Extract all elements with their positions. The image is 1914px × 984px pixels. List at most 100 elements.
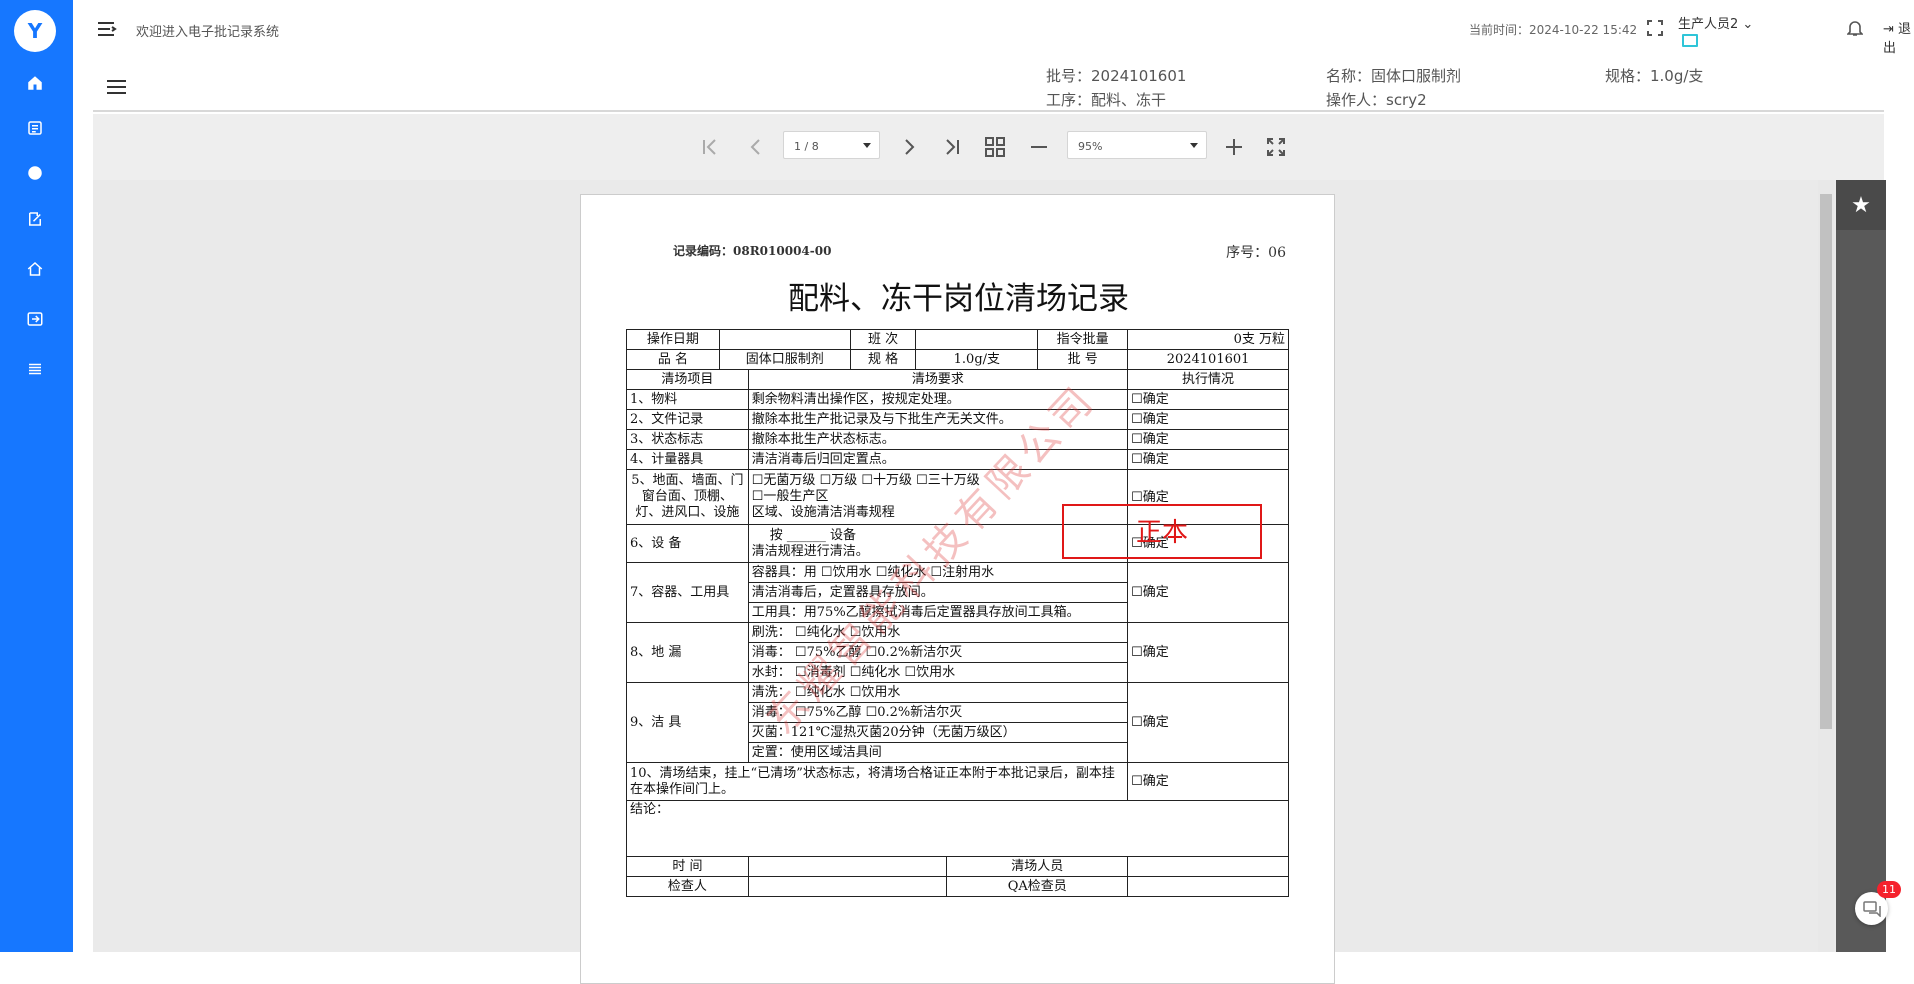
- original-stamp: 正本: [1062, 504, 1262, 559]
- stamp-text: 正本: [1136, 518, 1189, 548]
- table-row: 操作日期 班 次 指令批量 0支 万粒: [626, 329, 1289, 350]
- zoom-select[interactable]: 95%: [1067, 131, 1207, 159]
- confirm-checkbox[interactable]: ☐确定: [1127, 429, 1289, 450]
- zoom-in-icon[interactable]: [1220, 133, 1248, 161]
- home-icon[interactable]: [24, 72, 46, 94]
- house-icon[interactable]: [24, 258, 46, 280]
- label-op-date: 操作日期: [626, 329, 720, 350]
- fullscreen-icon[interactable]: [1645, 18, 1665, 38]
- top-bar: 欢迎进入电子批记录系统 当前时间：2024-10-22 15:42 生产人员2 …: [73, 0, 1914, 58]
- conclusion-row: 结论：: [626, 800, 1289, 857]
- conclusion-cell: 结论：: [626, 800, 1289, 857]
- item-cell: 6、设 备: [626, 524, 749, 563]
- item-cell: 1、物料: [626, 389, 749, 410]
- sidebar: Y: [0, 0, 73, 952]
- zoom-out-icon[interactable]: [1025, 133, 1053, 161]
- chevron-down-icon: [863, 143, 871, 148]
- label-spec: 规 格: [849, 349, 917, 370]
- scrollbar-thumb[interactable]: [1820, 194, 1832, 729]
- user-name: 生产人员2: [1678, 17, 1739, 32]
- requirement-cell: 刷洗： ☐纯化水 ☐饮用水: [747, 622, 1129, 643]
- label-qa: QA检查员: [946, 876, 1129, 897]
- next-page-icon[interactable]: [895, 133, 923, 161]
- current-time: 当前时间：2024-10-22 15:42: [1469, 23, 1638, 37]
- table-row: 10、清场结束，挂上“已清场”状态标志，将清场合格证正本附于本批记录后，副本挂在…: [625, 762, 1289, 801]
- document-title: 配料、冻干岗位清场记录: [788, 281, 1129, 317]
- logout-icon: ⇥: [1883, 22, 1899, 37]
- operator-name: 操作人：scry2: [1326, 91, 1427, 109]
- confirm-checkbox[interactable]: ☐确定: [1127, 409, 1289, 430]
- page-select-value: 1 / 8: [794, 140, 819, 153]
- op-date-value: [718, 329, 851, 350]
- chevron-down-icon: [1190, 143, 1198, 148]
- monitor-icon[interactable]: [1682, 34, 1698, 47]
- label-inspector: 检查人: [626, 876, 749, 897]
- logout-button[interactable]: ⇥ 退出: [1883, 18, 1914, 56]
- table-row: 2、文件记录 撤除本批生产批记录及与下批生产无关文件。 ☐确定: [626, 409, 1289, 430]
- label-order-qty: 指令批量: [1037, 329, 1129, 350]
- welcome-text: 欢迎进入电子批记录系统: [136, 25, 280, 40]
- label-batch: 批 号: [1037, 349, 1129, 370]
- process-name: 工序：配料、冻干: [1046, 91, 1167, 109]
- zoom-select-value: 95%: [1078, 140, 1103, 153]
- header-item: 清场项目: [626, 369, 749, 390]
- label-cleaner: 清场人员: [946, 856, 1129, 877]
- menu-toggle-icon[interactable]: [95, 19, 117, 39]
- fit-page-icon[interactable]: [1262, 133, 1290, 161]
- records-icon[interactable]: [24, 117, 46, 139]
- batch-info-bar: 批号：2024101601 名称：固体口服制剂 规格：1.0g/支 工序：配料、…: [93, 58, 1884, 112]
- item-cell: 7、容器、工用具: [626, 562, 749, 623]
- confirm-checkbox[interactable]: ☐确定: [1127, 389, 1289, 410]
- item-cell: 9、洁 具: [626, 682, 749, 763]
- page-select[interactable]: 1 / 8: [783, 131, 880, 159]
- confirm-checkbox[interactable]: ☐确定: [1127, 762, 1289, 801]
- inspector-value: [747, 876, 948, 897]
- list-icon[interactable]: [24, 358, 46, 380]
- first-page-icon[interactable]: [696, 133, 724, 161]
- info-icon[interactable]: [24, 162, 46, 184]
- record-code: 记录编码：08R010004-00: [673, 244, 832, 258]
- edit-icon[interactable]: [24, 208, 46, 230]
- requirement-cell: 10、清场结束，挂上“已清场”状态标志，将清场合格证正本附于本批记录后，副本挂在…: [625, 762, 1129, 801]
- shift-value: [915, 329, 1039, 350]
- thumbnails-icon[interactable]: [981, 133, 1009, 161]
- product-value: 固体口服制剂: [718, 349, 851, 370]
- table-row: 品 名 固体口服制剂 规 格 1.0g/支 批 号 2024101601: [626, 349, 1289, 370]
- item-cell: 8、地 漏: [626, 622, 749, 683]
- confirm-checkbox[interactable]: ☐确定: [1127, 622, 1289, 683]
- import-icon[interactable]: [24, 308, 46, 330]
- header-execution: 执行情况: [1127, 369, 1289, 390]
- product-spec: 规格：1.0g/支: [1605, 67, 1704, 85]
- last-page-icon[interactable]: [938, 133, 966, 161]
- star-icon[interactable]: ★: [1836, 180, 1886, 230]
- confirm-checkbox[interactable]: ☐确定: [1127, 682, 1289, 763]
- sequence-number: 序号：06: [1226, 245, 1286, 261]
- chat-icon: [1862, 900, 1881, 917]
- table-row: 4、计量器具 清洁消毒后归回定置点。 ☐确定: [626, 449, 1289, 470]
- label-product: 品 名: [626, 349, 720, 370]
- order-qty-value: 0支 万粒: [1127, 329, 1289, 350]
- time-value: [747, 856, 948, 877]
- batch-value: 2024101601: [1127, 349, 1289, 370]
- confirm-checkbox[interactable]: ☐确定: [1127, 562, 1289, 623]
- hamburger-icon[interactable]: [107, 80, 126, 94]
- clearance-form-table: 操作日期 班 次 指令批量 0支 万粒 品 名 固体口服制剂 规 格 1.0g/…: [625, 329, 1289, 897]
- side-panel: [1836, 180, 1886, 952]
- item-cell: 5、地面、墙面、门窗台面、顶棚、灯、进风口、设施: [626, 469, 749, 525]
- table-row: 1、物料 剩余物料清出操作区，按规定处理。 ☐确定: [626, 389, 1289, 410]
- requirement-cell: 定置：使用区域洁具间: [747, 742, 1129, 763]
- item-cell: 4、计量器具: [626, 449, 749, 470]
- table-row: 9、洁 具 清洗： ☐纯化水 ☐饮用水 ☐确定: [626, 682, 1289, 763]
- requirement-line: ☐无菌万级 ☐万级 ☐十万级 ☐三十万级: [751, 473, 980, 488]
- prev-page-icon[interactable]: [742, 133, 770, 161]
- confirm-checkbox[interactable]: ☐确定: [1127, 449, 1289, 470]
- requirement-cell: 工用具：用75%乙醇擦拭消毒后定置器具存放间工具箱。: [747, 602, 1129, 623]
- label-time: 时 间: [626, 856, 749, 877]
- spec-value: 1.0g/支: [915, 349, 1039, 370]
- user-menu[interactable]: 生产人员2 ⌄: [1678, 13, 1753, 32]
- bell-icon[interactable]: [1845, 18, 1865, 38]
- chevron-down-icon: ⌄: [1738, 17, 1754, 32]
- table-row: 检查人 QA检查员: [626, 876, 1289, 897]
- table-row: 3、状态标志 撤除本批生产状态标志。 ☐确定: [626, 429, 1289, 450]
- app-logo: Y: [14, 10, 56, 52]
